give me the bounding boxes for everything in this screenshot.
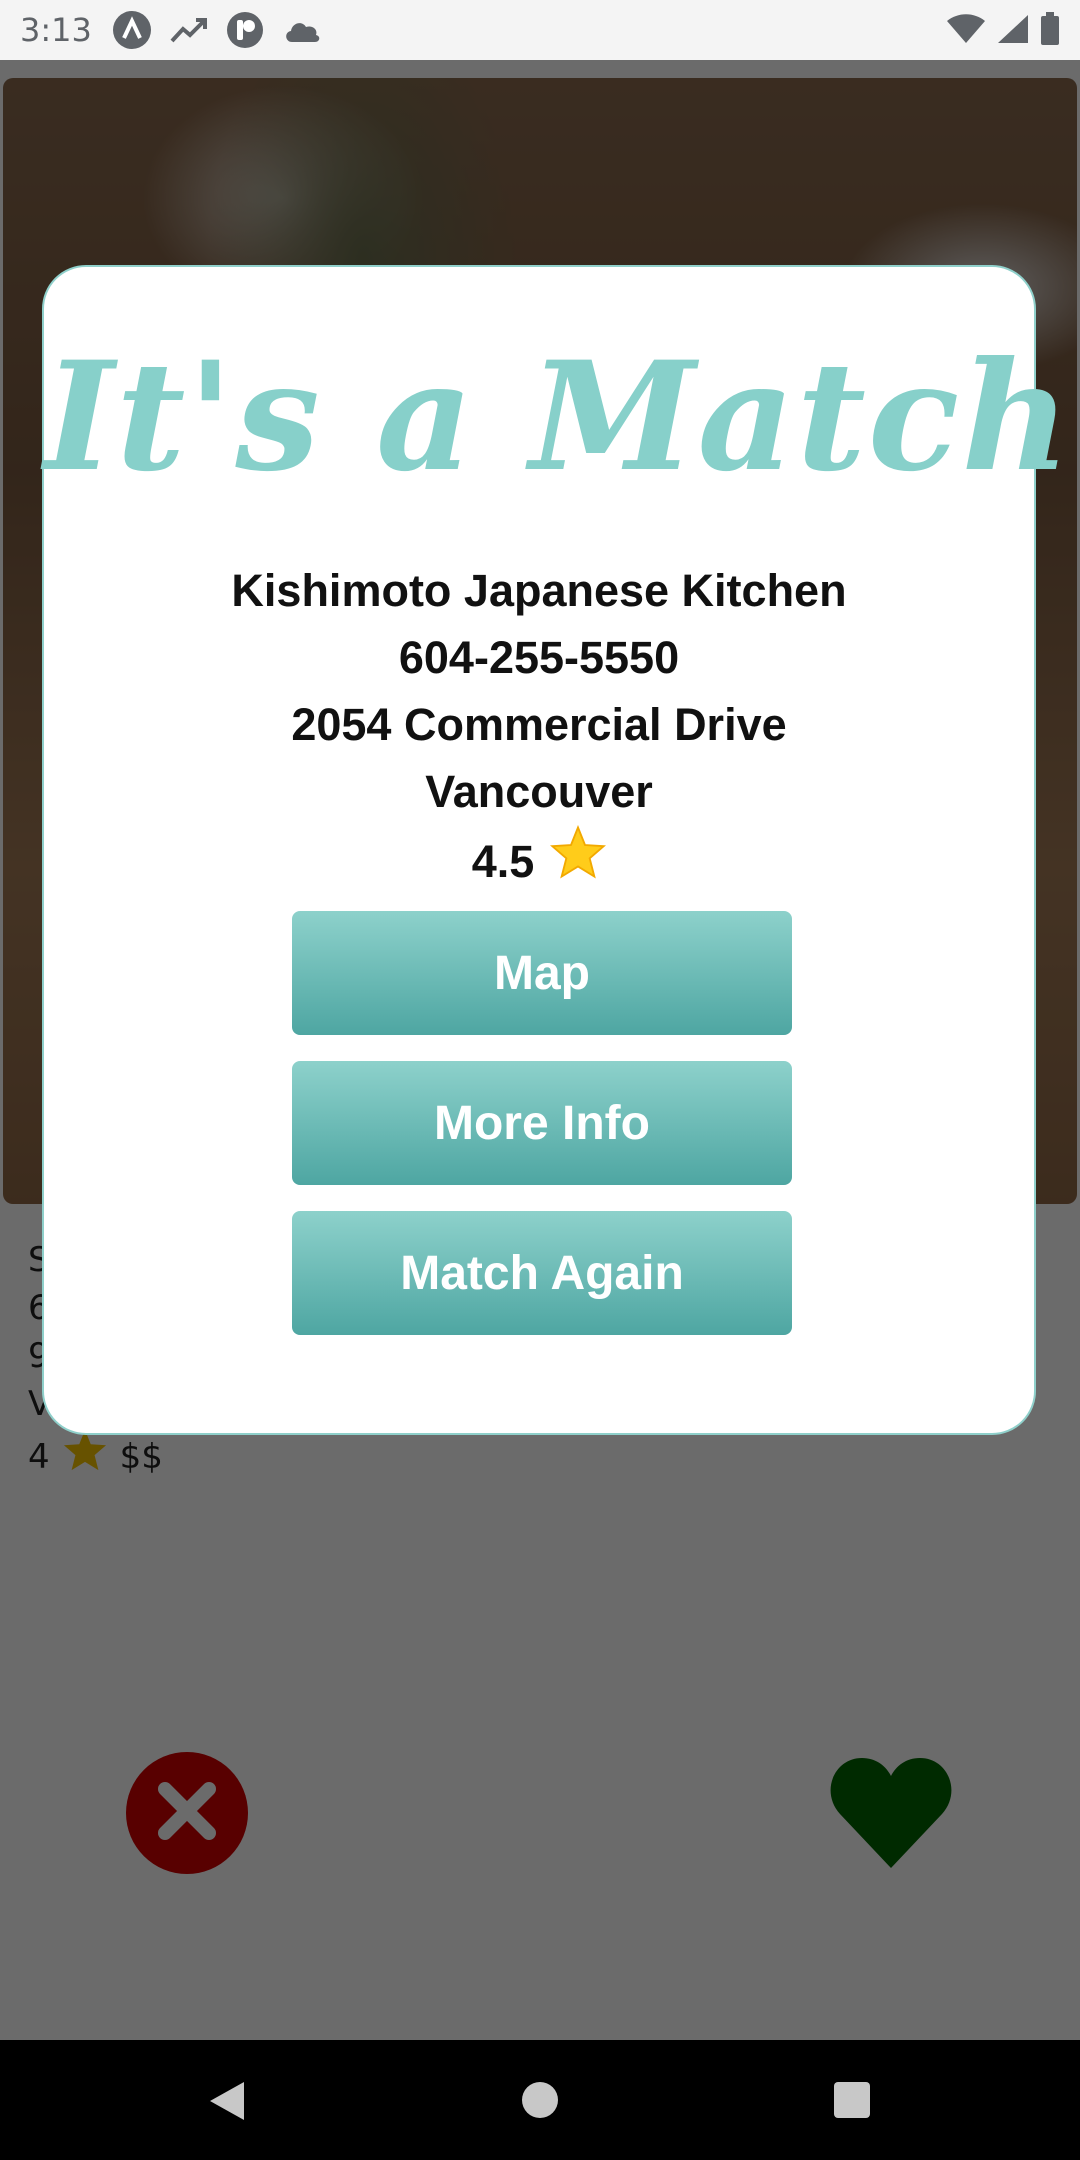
match-title: It's a Match!	[44, 329, 1080, 505]
cell-signal-icon	[996, 13, 1030, 45]
match-modal: It's a Match! Kishimoto Japanese Kitchen…	[42, 265, 1080, 1435]
status-bar: 3:13	[0, 0, 1080, 60]
restaurant-phone: 604-255-5550	[398, 632, 680, 683]
status-time: 3:13	[20, 11, 92, 49]
status-right-icons	[946, 12, 1060, 46]
status-left-icons	[112, 10, 322, 50]
arch-app-icon	[112, 10, 152, 50]
restaurant-city: Vancouver	[425, 766, 653, 817]
restaurant-rating: 4.5	[471, 835, 535, 887]
restaurant-rating-line: 4.5	[44, 824, 1034, 897]
profile-app-icon	[226, 11, 264, 49]
app-screen: 3:13 It's a Match! Kishimoto Japanese Ki…	[0, 0, 1080, 2160]
restaurant-address: 2054 Commercial Drive	[291, 699, 787, 750]
recents-icon[interactable]	[834, 2082, 870, 2118]
back-icon[interactable]	[206, 2080, 246, 2126]
battery-icon	[1040, 12, 1060, 46]
navigation-bar	[0, 2040, 1080, 2160]
trending-icon	[170, 15, 208, 45]
star-icon	[550, 824, 607, 897]
cloud-icon	[282, 16, 322, 44]
more-info-button[interactable]: More Info	[292, 1061, 792, 1185]
match-details: Kishimoto Japanese Kitchen 604-255-5550 …	[44, 557, 1034, 897]
match-again-button[interactable]: Match Again	[292, 1211, 792, 1335]
map-button[interactable]: Map	[292, 911, 792, 1035]
restaurant-name: Kishimoto Japanese Kitchen	[231, 565, 847, 616]
wifi-icon	[946, 13, 986, 45]
home-icon[interactable]	[522, 2082, 558, 2118]
